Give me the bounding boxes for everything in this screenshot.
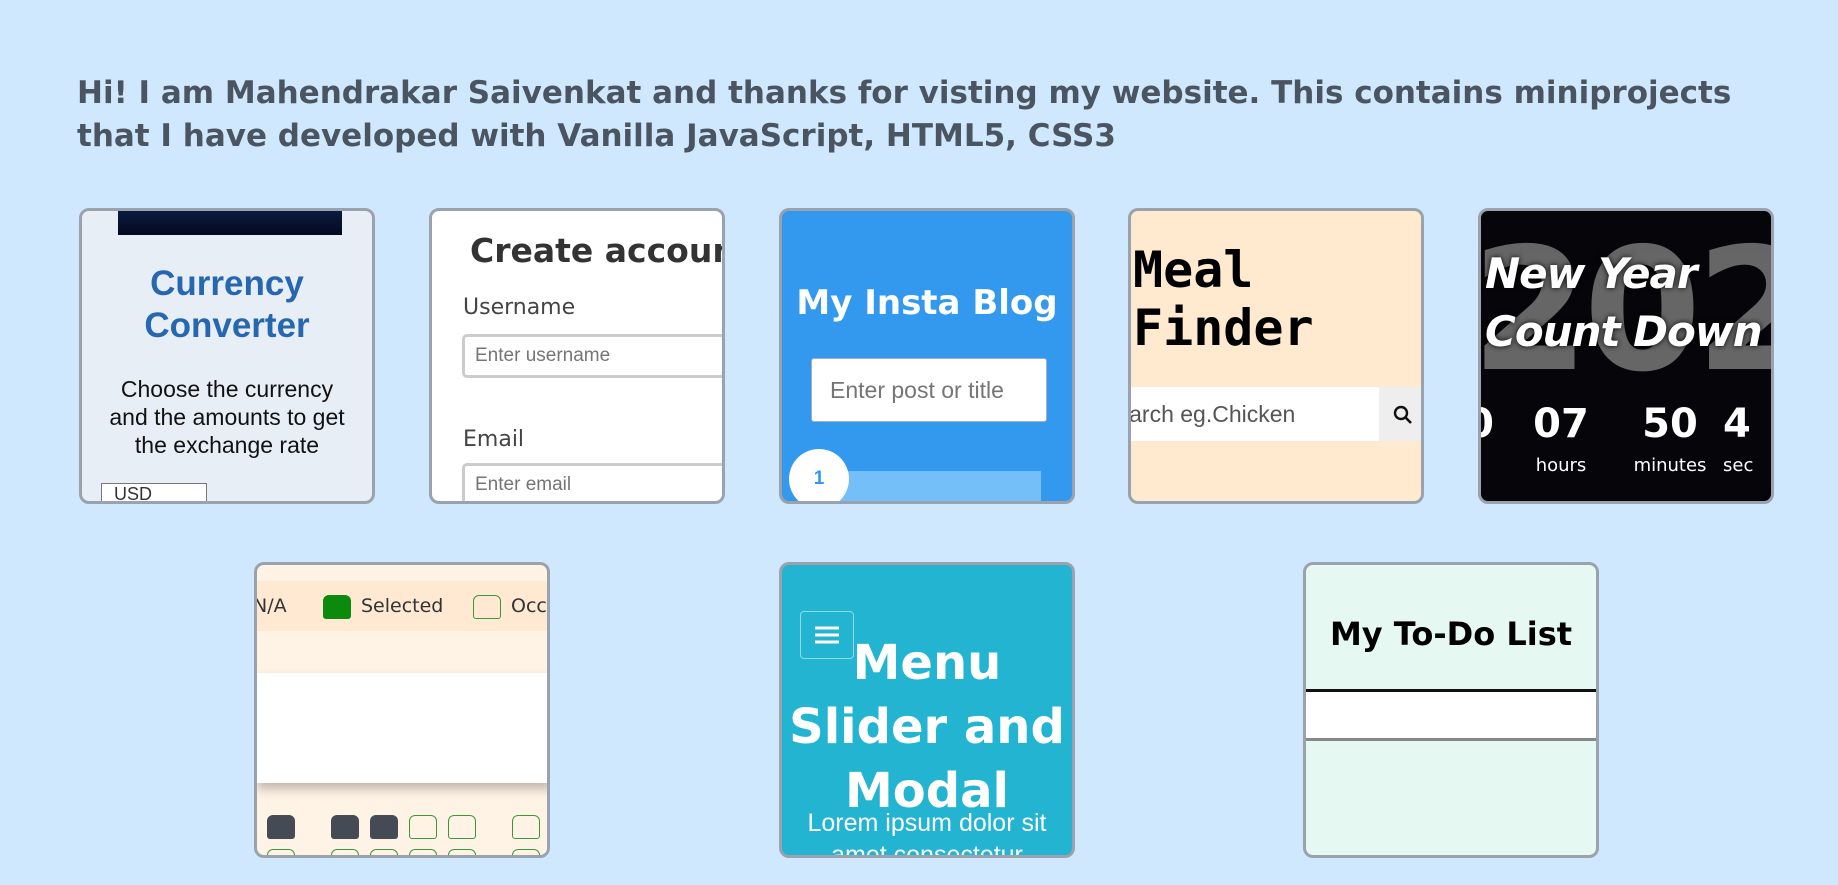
todo-input[interactable] [1306,689,1596,741]
seat[interactable] [370,849,398,855]
seat[interactable] [331,815,359,839]
currency-title: Currency Converter [144,264,310,345]
seat[interactable] [267,849,295,855]
project-card-meal-finder[interactable]: Meal Finder Search eg.Chicken [1128,208,1424,504]
post-number-badge: 1 [789,449,849,501]
countdown-title: New Year Count Down [1485,249,1763,356]
minutes-value: 50 [1642,401,1698,447]
blog-title: My Insta Blog [796,283,1058,323]
currency-select[interactable]: USD [101,483,207,501]
seconds-label: sec [1723,455,1754,476]
search-icon [1393,405,1412,424]
seat[interactable] [512,815,540,839]
menu-slider-title: Menu Slider and Modal [789,635,1065,819]
seat[interactable] [409,849,437,855]
project-card-currency-converter[interactable]: Currency Converter Choose the currency a… [79,208,375,504]
currency-description: Choose the currency and the amounts to g… [109,376,345,458]
swap-arrow-icon: ◢ [314,497,328,501]
legend-occupied-label: Occupied [511,595,547,617]
currency-header-image [118,211,342,235]
meal-search-input[interactable]: Search eg.Chicken [1131,387,1379,441]
movie-screen [257,673,547,783]
todo-title: My To-Do List [1329,615,1573,653]
post-preview [816,471,1041,501]
seconds-value: 4 [1723,401,1751,447]
seat[interactable] [409,815,437,839]
project-card-movie-seat-booking[interactable]: N/A Selected Occupied [254,562,550,858]
selected-seat-icon [323,595,351,619]
seat[interactable] [512,849,540,855]
page-intro: Hi! I am Mahendrakar Saivenkat and thank… [77,75,1732,154]
menu-slider-text: Lorem ipsum dolor sit amet consectetur [807,809,1047,858]
project-card-menu-slider[interactable]: Menu Slider and Modal Lorem ipsum dolor … [779,562,1075,858]
seat[interactable] [267,815,295,839]
occupied-seat-icon [473,595,501,619]
seat[interactable] [331,849,359,855]
email-label: Email [463,427,525,452]
form-title: Create account [470,231,725,270]
meal-finder-title: Meal Finder [1133,241,1314,357]
project-card-form-validator[interactable]: Create account Username Email [429,208,725,504]
project-card-new-year-countdown[interactable]: 2022 New Year Count Down 0 07 hours 50 m… [1478,208,1774,504]
post-filter-input[interactable] [811,358,1047,422]
username-label: Username [463,295,576,320]
seat[interactable] [448,849,476,855]
project-card-insta-blog[interactable]: My Insta Blog 1 [779,208,1075,504]
minutes-label: minutes [1633,455,1707,476]
hours-label: hours [1535,455,1587,476]
search-button[interactable] [1379,387,1421,441]
seat[interactable] [370,815,398,839]
meal-search-placeholder: Search eg.Chicken [1131,401,1296,427]
email-input[interactable] [462,463,722,501]
legend-na-label: N/A [254,595,287,617]
legend-selected-label: Selected [361,595,444,617]
hours-value: 07 [1533,401,1589,447]
seat[interactable] [448,815,476,839]
username-input[interactable] [462,334,722,378]
project-card-todo-list[interactable]: My To-Do List [1303,562,1599,858]
